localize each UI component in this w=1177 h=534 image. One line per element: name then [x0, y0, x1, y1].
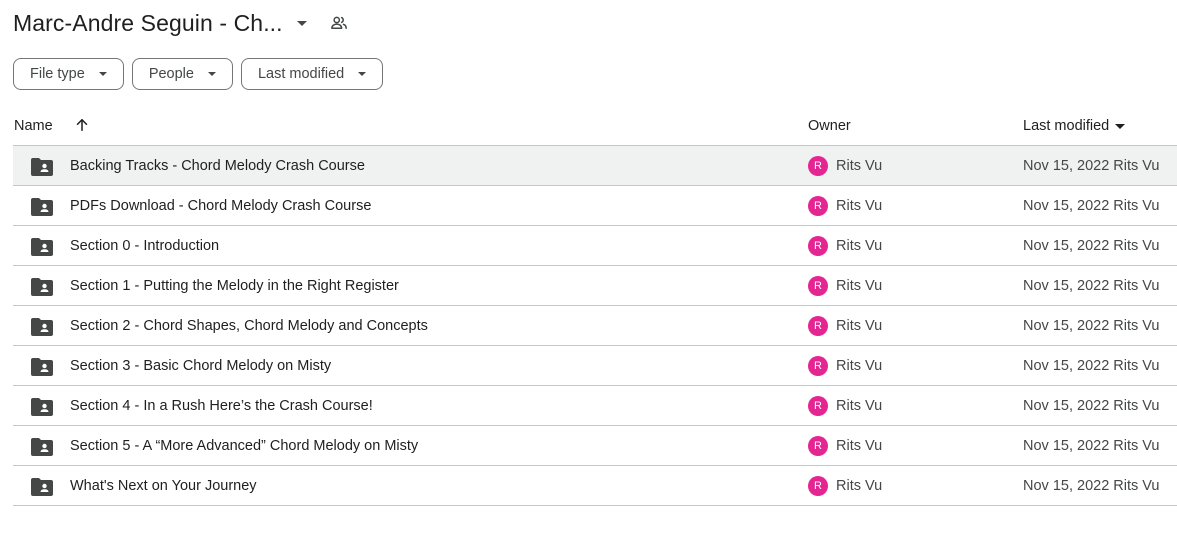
owner-avatar: R [808, 236, 828, 256]
owner-avatar: R [808, 476, 828, 496]
file-list-header: Name Owner Last modified [13, 106, 1177, 146]
last-modified-column-header[interactable]: Last modified [1023, 118, 1126, 134]
filter-bar: File type People Last modified [13, 58, 384, 90]
shared-folder-icon [31, 158, 53, 176]
last-modified-filter-label: Last modified [257, 66, 345, 82]
shared-folder-icon [31, 398, 53, 416]
table-row[interactable]: Backing Tracks - Chord Melody Crash Cour… [13, 146, 1177, 186]
last-modified-column-label: Last modified [1023, 118, 1110, 134]
table-row[interactable]: What's Next on Your Journey R Rits Vu No… [13, 466, 1177, 506]
shared-folder-icon [31, 358, 53, 376]
file-rows: Backing Tracks - Chord Melody Crash Cour… [13, 146, 1177, 506]
table-row[interactable]: Section 3 - Basic Chord Melody on Misty … [13, 346, 1177, 386]
file-name[interactable]: Section 1 - Putting the Melody in the Ri… [70, 278, 399, 294]
file-name[interactable]: What's Next on Your Journey [70, 478, 257, 494]
table-row[interactable]: Section 0 - Introduction R Rits Vu Nov 1… [13, 226, 1177, 266]
owner-avatar: R [808, 436, 828, 456]
shared-folder-icon [31, 238, 53, 256]
shared-folder-icon [31, 318, 53, 336]
file-type-filter-label: File type [30, 66, 85, 82]
folder-header: Marc-Andre Seguin - Ch... [13, 8, 349, 38]
file-name[interactable]: Section 2 - Chord Shapes, Chord Melody a… [70, 318, 428, 334]
file-name[interactable]: PDFs Download - Chord Melody Crash Cours… [70, 198, 371, 214]
file-name[interactable]: Section 0 - Introduction [70, 238, 219, 254]
file-name[interactable]: Backing Tracks - Chord Melody Crash Cour… [70, 158, 365, 174]
owner-avatar: R [808, 316, 828, 336]
owner-avatar: R [808, 196, 828, 216]
shared-folder-icon [31, 438, 53, 456]
shared-folder-icon [31, 478, 53, 496]
owner-name: Rits Vu [836, 238, 883, 254]
last-modified-value: Nov 15, 2022 Rits Vu [1023, 478, 1160, 494]
owner-name: Rits Vu [836, 198, 883, 214]
file-type-filter[interactable]: File type [13, 58, 124, 90]
table-row[interactable]: Section 5 - A “More Advanced” Chord Melo… [13, 426, 1177, 466]
owner-name: Rits Vu [836, 158, 883, 174]
owner-column-header[interactable]: Owner [808, 118, 851, 134]
last-modified-value: Nov 15, 2022 Rits Vu [1023, 158, 1160, 174]
owner-avatar: R [808, 356, 828, 376]
sort-ascending-icon[interactable] [73, 116, 91, 134]
table-row[interactable]: Section 4 - In a Rush Here’s the Crash C… [13, 386, 1177, 426]
shared-folder-icon [31, 198, 53, 216]
shared-people-icon[interactable] [329, 13, 349, 33]
folder-title[interactable]: Marc-Andre Seguin - Ch... [13, 10, 283, 37]
sort-caret-down-icon [1115, 123, 1126, 129]
table-row[interactable]: PDFs Download - Chord Melody Crash Cours… [13, 186, 1177, 226]
file-name[interactable]: Section 5 - A “More Advanced” Chord Melo… [70, 438, 418, 454]
file-list: Name Owner Last modified Backing Tracks … [13, 106, 1177, 506]
owner-name: Rits Vu [836, 478, 883, 494]
people-filter[interactable]: People [131, 58, 233, 90]
owner-name: Rits Vu [836, 358, 883, 374]
last-modified-value: Nov 15, 2022 Rits Vu [1023, 358, 1160, 374]
people-filter-label: People [148, 66, 194, 82]
owner-name: Rits Vu [836, 278, 883, 294]
owner-name: Rits Vu [836, 438, 883, 454]
file-name[interactable]: Section 4 - In a Rush Here’s the Crash C… [70, 398, 373, 414]
table-row[interactable]: Section 1 - Putting the Melody in the Ri… [13, 266, 1177, 306]
owner-avatar: R [808, 396, 828, 416]
last-modified-value: Nov 15, 2022 Rits Vu [1023, 198, 1160, 214]
chevron-down-icon [207, 72, 216, 76]
chevron-down-icon [98, 72, 107, 76]
last-modified-filter[interactable]: Last modified [240, 58, 384, 90]
last-modified-value: Nov 15, 2022 Rits Vu [1023, 398, 1160, 414]
table-row[interactable]: Section 2 - Chord Shapes, Chord Melody a… [13, 306, 1177, 346]
chevron-down-icon [358, 72, 367, 76]
shared-folder-icon [31, 278, 53, 296]
name-column-header[interactable]: Name [14, 118, 53, 134]
owner-name: Rits Vu [836, 318, 883, 334]
file-name[interactable]: Section 3 - Basic Chord Melody on Misty [70, 358, 331, 374]
owner-name: Rits Vu [836, 398, 883, 414]
last-modified-value: Nov 15, 2022 Rits Vu [1023, 438, 1160, 454]
last-modified-value: Nov 15, 2022 Rits Vu [1023, 238, 1160, 254]
title-dropdown-icon[interactable] [296, 20, 307, 26]
owner-avatar: R [808, 156, 828, 176]
last-modified-value: Nov 15, 2022 Rits Vu [1023, 278, 1160, 294]
owner-avatar: R [808, 276, 828, 296]
last-modified-value: Nov 15, 2022 Rits Vu [1023, 318, 1160, 334]
